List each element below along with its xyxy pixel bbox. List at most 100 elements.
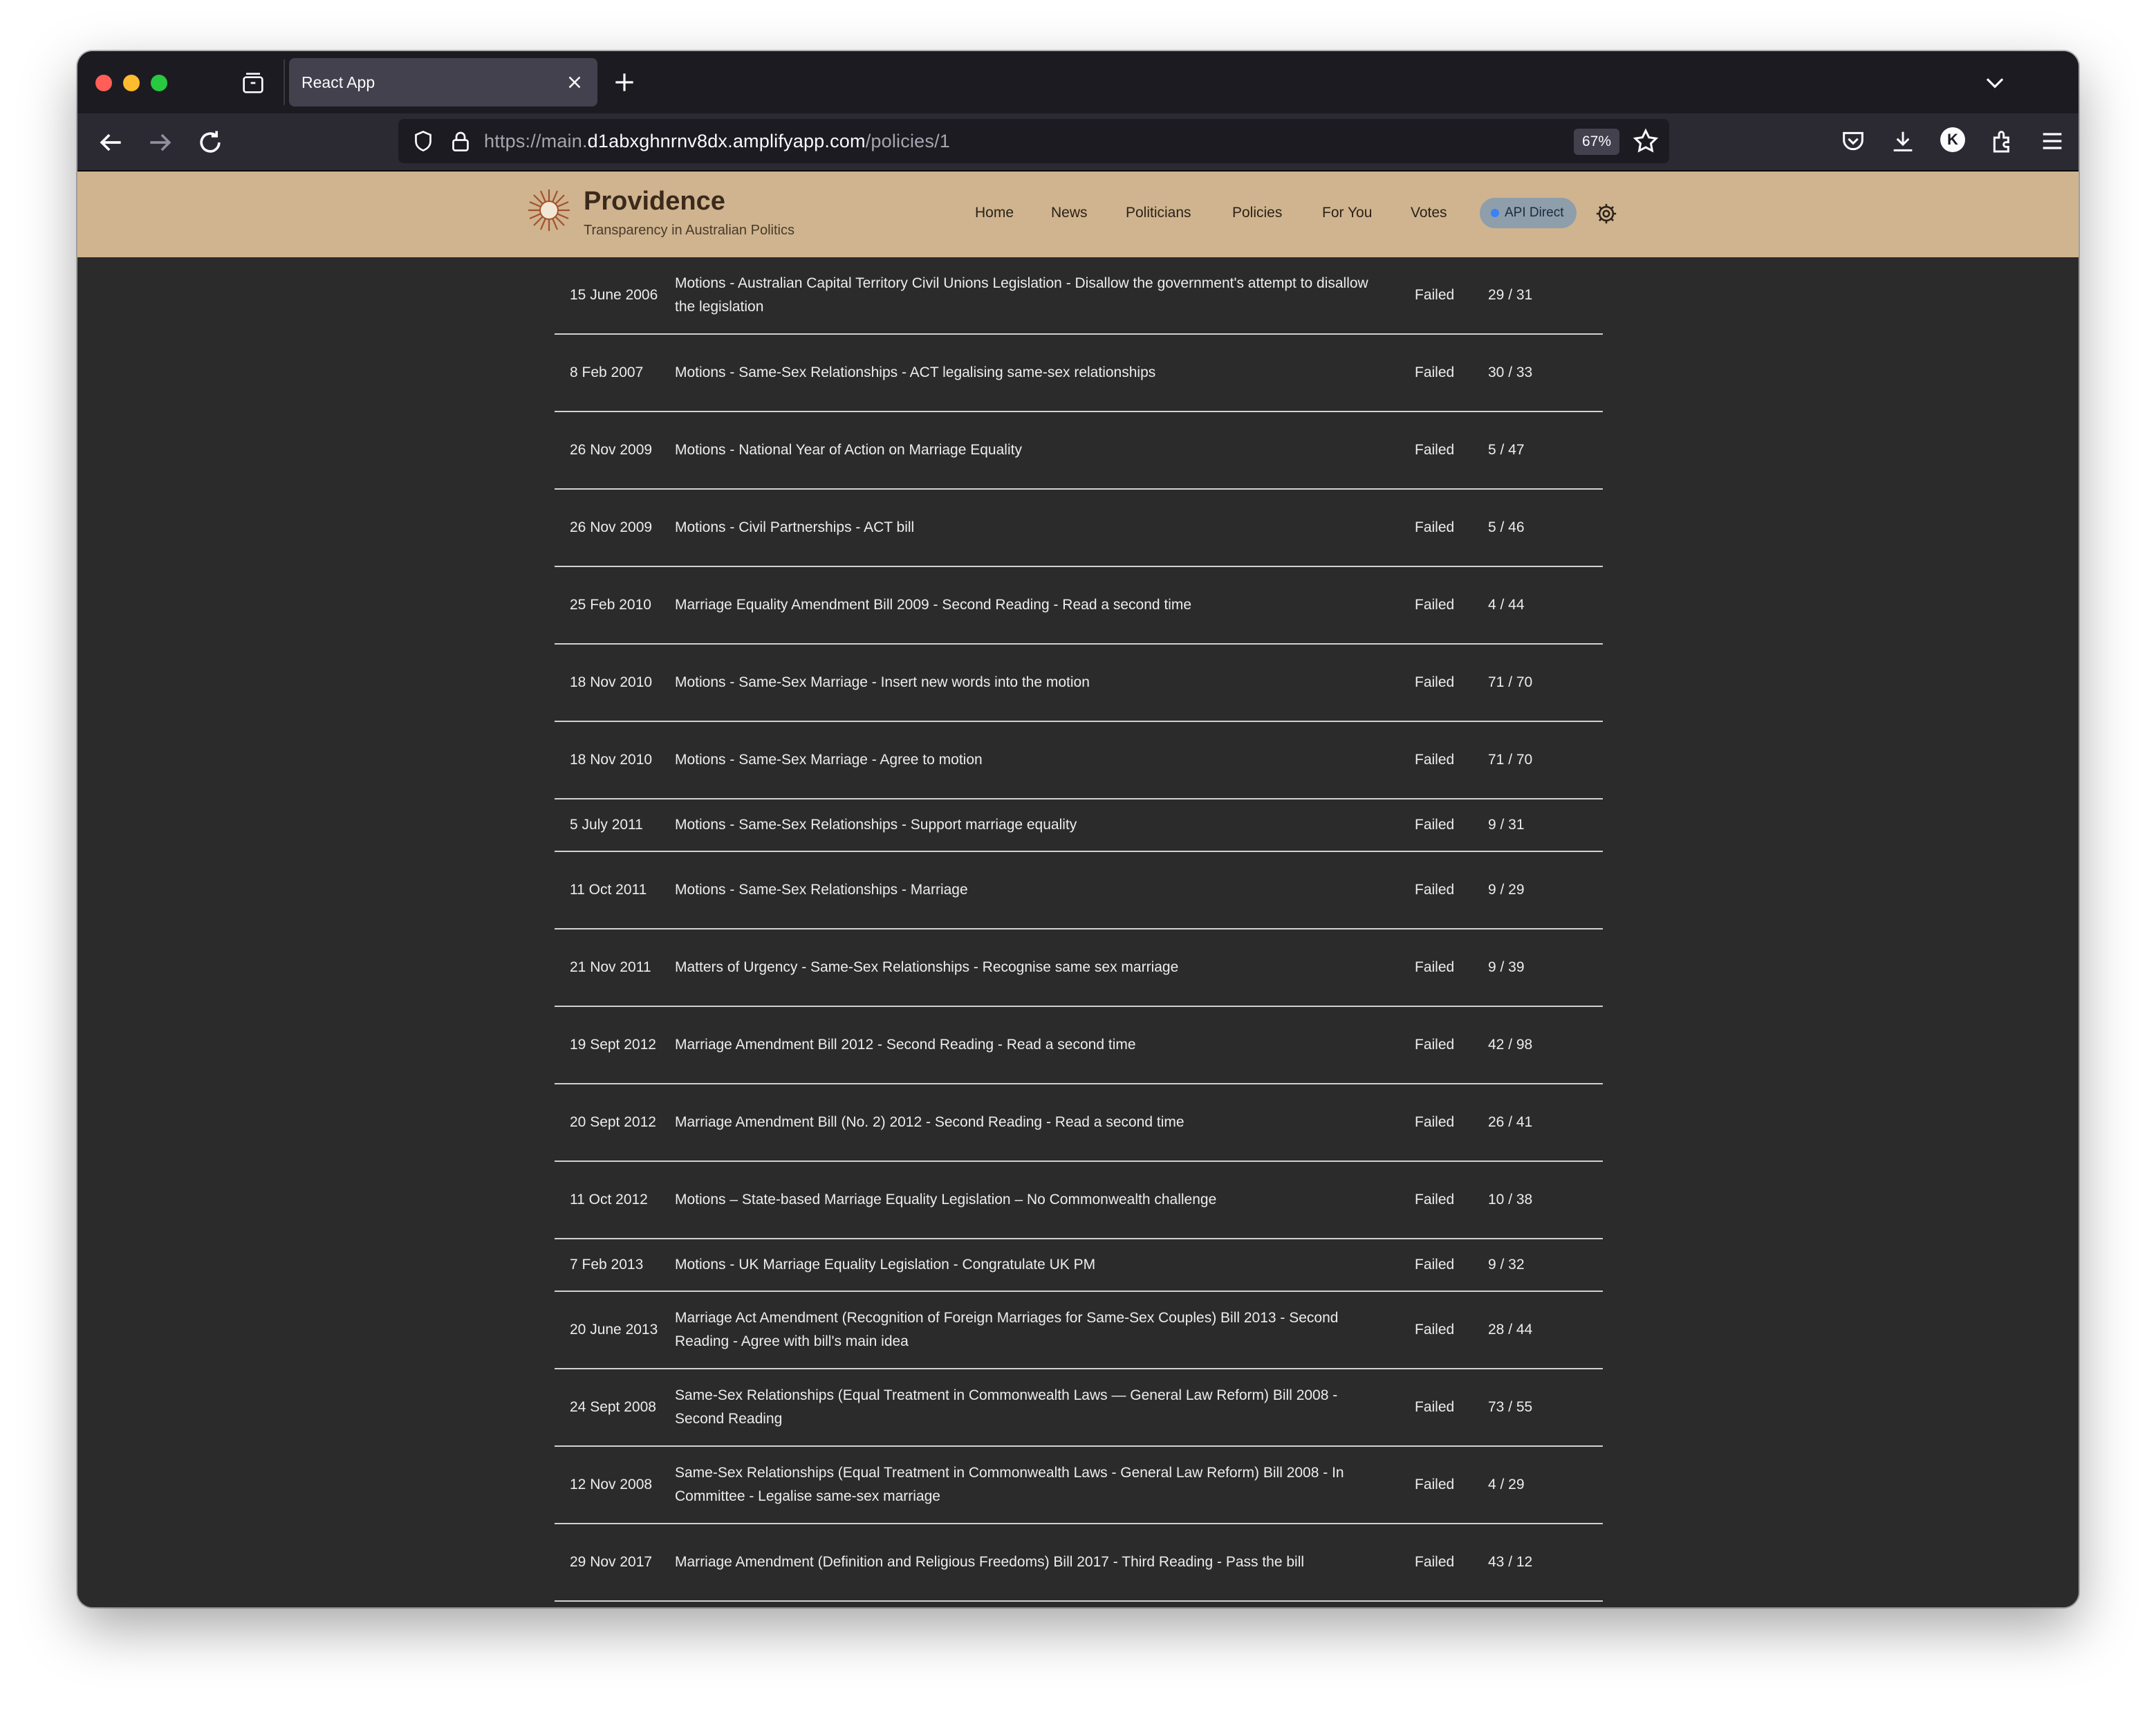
table-row[interactable]: 12 Nov 2008 Same-Sex Relationships (Equal… bbox=[555, 1447, 1603, 1524]
votes-table: 15 June 2006 Motions - Australian Capital… bbox=[555, 257, 1603, 1602]
vote-count: 9 / 39 bbox=[1488, 959, 1525, 975]
vote-title: Motions - Civil Partnerships - ACT bill bbox=[675, 519, 915, 535]
vote-count: 28 / 44 bbox=[1488, 1322, 1533, 1338]
menu-icon[interactable] bbox=[2038, 127, 2069, 158]
vote-result: Failed bbox=[1415, 442, 1455, 458]
vote-result: Failed bbox=[1415, 597, 1455, 613]
vote-title: Marriage Act Amendment (Recognition of F… bbox=[675, 1310, 1339, 1349]
table-row[interactable]: 26 Nov 2009 Motions - National Year of Ac… bbox=[555, 412, 1603, 490]
table-row[interactable]: 18 Nov 2010 Motions - Same-Sex Marriage -… bbox=[555, 645, 1603, 722]
vote-title: Marriage Equality Amendment Bill 2009 - … bbox=[675, 597, 1192, 613]
page-content: Providence Transparency in Australian Po… bbox=[77, 172, 2079, 1607]
vote-result: Failed bbox=[1415, 1477, 1455, 1492]
vote-count: 4 / 29 bbox=[1488, 1477, 1525, 1492]
brand-title[interactable]: Providence bbox=[584, 187, 725, 216]
table-row[interactable]: 25 Feb 2010 Marriage Equality Amendment B… bbox=[555, 567, 1603, 645]
vote-count: 9 / 31 bbox=[1488, 817, 1525, 833]
table-row[interactable]: 18 Nov 2010 Motions - Same-Sex Marriage -… bbox=[555, 722, 1603, 799]
nav-link-news[interactable]: News bbox=[1051, 205, 1088, 221]
table-row[interactable]: 7 Feb 2013 Motions - UK Marriage Equality… bbox=[555, 1239, 1603, 1292]
tab-active[interactable]: React App bbox=[289, 58, 597, 107]
vote-result: Failed bbox=[1415, 1399, 1455, 1415]
nav-link-for-you[interactable]: For You bbox=[1322, 205, 1372, 221]
table-row[interactable]: 15 June 2006 Motions - Australian Capital… bbox=[555, 257, 1603, 335]
account-avatar[interactable]: K bbox=[1940, 127, 1965, 152]
nav-link-politicians[interactable]: Politicians bbox=[1126, 205, 1191, 221]
maximize-window-button[interactable] bbox=[151, 75, 167, 91]
status-dot bbox=[1491, 209, 1499, 217]
vote-count: 5 / 46 bbox=[1488, 519, 1525, 535]
url-text[interactable]: https://main.d1abxghnrnv8dx.amplifyapp.c… bbox=[484, 119, 950, 163]
extensions-icon[interactable] bbox=[1989, 127, 2019, 158]
table-row[interactable]: 11 Oct 2012 Motions – State-based Marriag… bbox=[555, 1162, 1603, 1239]
vote-count: 42 / 98 bbox=[1488, 1037, 1533, 1053]
vote-result: Failed bbox=[1415, 1322, 1455, 1338]
tab-separator bbox=[284, 59, 285, 105]
gear-icon[interactable] bbox=[1595, 202, 1618, 225]
lock-icon[interactable] bbox=[448, 129, 473, 154]
table-row[interactable]: 20 June 2013 Marriage Act Amendment (Reco… bbox=[555, 1292, 1603, 1369]
sun-logo-icon[interactable] bbox=[527, 188, 571, 232]
vote-count: 71 / 70 bbox=[1488, 752, 1533, 768]
table-row[interactable]: 19 Sept 2012 Marriage Amendment Bill 2012… bbox=[555, 1007, 1603, 1084]
vote-title: Motions - Same-Sex Relationships - Marri… bbox=[675, 882, 968, 898]
address-bar[interactable]: https://main.d1abxghnrnv8dx.amplifyapp.c… bbox=[398, 119, 1669, 163]
browser-window: React App https://main.d1abxghnrnv8dx.am… bbox=[77, 51, 2079, 1607]
vote-title: Motions - National Year of Action on Mar… bbox=[675, 442, 1022, 458]
table-row[interactable]: 20 Sept 2012 Marriage Amendment Bill (No.… bbox=[555, 1084, 1603, 1162]
vote-result: Failed bbox=[1415, 752, 1455, 768]
table-row[interactable]: 11 Oct 2011 Motions - Same-Sex Relationsh… bbox=[555, 852, 1603, 930]
vote-date: 26 Nov 2009 bbox=[570, 519, 653, 535]
nav-link-votes[interactable]: Votes bbox=[1411, 205, 1447, 221]
vote-date: 24 Sept 2008 bbox=[570, 1399, 656, 1415]
back-arrow-icon[interactable] bbox=[95, 127, 126, 158]
vote-title: Motions - Australian Capital Territory C… bbox=[675, 275, 1368, 315]
nav-link-home[interactable]: Home bbox=[975, 205, 1014, 221]
tab-groups-icon[interactable] bbox=[239, 69, 267, 97]
bookmark-star-icon[interactable] bbox=[1632, 127, 1660, 155]
minimize-window-button[interactable] bbox=[123, 75, 140, 91]
table-row[interactable]: 29 Nov 2017 Marriage Amendment (Definitio… bbox=[555, 1524, 1603, 1602]
download-icon[interactable] bbox=[1889, 127, 1920, 158]
vote-date: 21 Nov 2011 bbox=[570, 959, 651, 975]
vote-date: 20 June 2013 bbox=[570, 1322, 658, 1338]
table-row[interactable]: 21 Nov 2011 Matters of Urgency - Same-Sex… bbox=[555, 930, 1603, 1007]
chevron-down-icon[interactable] bbox=[1982, 69, 2008, 95]
vote-result: Failed bbox=[1415, 287, 1455, 303]
new-tab-icon[interactable] bbox=[611, 69, 638, 95]
navigation-toolbar: https://main.d1abxghnrnv8dx.amplifyapp.c… bbox=[77, 113, 2079, 172]
vote-count: 5 / 47 bbox=[1488, 442, 1525, 458]
nav-link-policies[interactable]: Policies bbox=[1232, 205, 1282, 221]
vote-count: 26 / 41 bbox=[1488, 1114, 1533, 1130]
vote-count: 30 / 33 bbox=[1488, 364, 1533, 380]
vote-result: Failed bbox=[1415, 1192, 1455, 1208]
vote-title: Matters of Urgency - Same-Sex Relationsh… bbox=[675, 959, 1179, 975]
zoom-level-badge[interactable]: 67% bbox=[1573, 129, 1619, 155]
vote-title: Motions – State-based Marriage Equality … bbox=[675, 1192, 1217, 1208]
table-row[interactable]: 8 Feb 2007 Motions - Same-Sex Relationshi… bbox=[555, 335, 1603, 412]
table-row[interactable]: 26 Nov 2009 Motions - Civil Partnerships … bbox=[555, 490, 1603, 567]
pocket-icon[interactable] bbox=[1839, 127, 1870, 158]
shield-icon[interactable] bbox=[411, 129, 436, 154]
vote-title: Motions - UK Marriage Equality Legislati… bbox=[675, 1257, 1096, 1273]
api-direct-toggle[interactable]: API Direct bbox=[1480, 198, 1577, 228]
vote-count: 29 / 31 bbox=[1488, 287, 1533, 303]
vote-count: 9 / 32 bbox=[1488, 1257, 1525, 1273]
table-row[interactable]: 5 July 2011 Motions - Same-Sex Relationsh… bbox=[555, 799, 1603, 852]
reload-icon[interactable] bbox=[195, 127, 225, 158]
api-direct-label: API Direct bbox=[1505, 205, 1564, 220]
close-tab-icon[interactable] bbox=[564, 72, 585, 93]
vote-title: Motions - Same-Sex Marriage - Agree to m… bbox=[675, 752, 983, 768]
vote-title: Marriage Amendment (Definition and Relig… bbox=[675, 1554, 1305, 1570]
brand-tagline: Transparency in Australian Politics bbox=[584, 223, 794, 238]
vote-count: 73 / 55 bbox=[1488, 1399, 1533, 1415]
vote-result: Failed bbox=[1415, 519, 1455, 535]
vote-title: Marriage Amendment Bill 2012 - Second Re… bbox=[675, 1037, 1136, 1053]
vote-title: Motions - Same-Sex Relationships - Suppo… bbox=[675, 817, 1077, 833]
vote-result: Failed bbox=[1415, 1554, 1455, 1570]
table-row[interactable]: 24 Sept 2008 Same-Sex Relationships (Equa… bbox=[555, 1369, 1603, 1447]
vote-date: 8 Feb 2007 bbox=[570, 364, 644, 380]
close-window-button[interactable] bbox=[95, 75, 112, 91]
vote-date: 19 Sept 2012 bbox=[570, 1037, 656, 1053]
forward-arrow-icon[interactable] bbox=[145, 127, 176, 158]
